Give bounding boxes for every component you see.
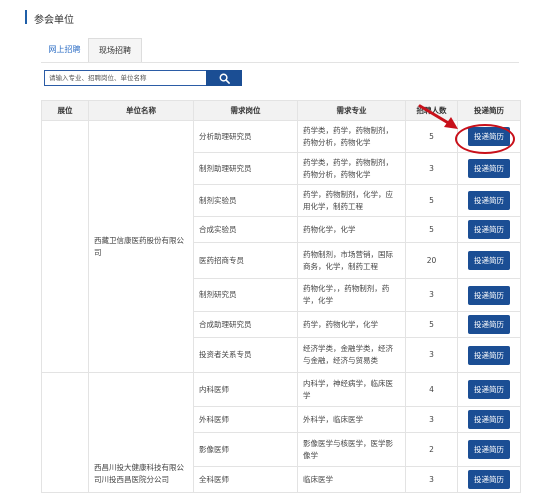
apply-cell: 投递简历 [457, 216, 521, 243]
position-cell: 影像医师 [193, 432, 298, 467]
apply-cell: 投递简历 [457, 311, 521, 338]
apply-button[interactable]: 投递简历 [468, 410, 510, 429]
major-cell: 影像医学与核医学，医学影像学 [297, 432, 406, 467]
count-cell: 5 [405, 120, 458, 153]
count-cell: 3 [405, 337, 458, 373]
position-cell: 内科医师 [193, 372, 298, 407]
major-cell: 药学类，药学，药物制剂，药物分析，药物化学 [297, 152, 406, 185]
count-cell: 3 [405, 406, 458, 433]
major-cell: 药学类，药学，药物制剂，药物分析，药物化学 [297, 120, 406, 153]
apply-button[interactable]: 投递简历 [468, 127, 510, 146]
apply-button[interactable]: 投递简历 [468, 345, 510, 365]
apply-cell: 投递简历 [457, 152, 521, 185]
table-row: 西藏卫信康医药股份有限公司 分析助理研究员 药学类，药学，药物制剂，药物分析，药… [41, 120, 521, 373]
count-cell: 5 [405, 311, 458, 338]
count-cell: 5 [405, 216, 458, 243]
position-cell: 全科医师 [193, 466, 298, 493]
major-cell: 经济学类，金融学类，经济与金融，经济与贸易类 [297, 337, 406, 373]
apply-cell: 投递简历 [457, 406, 521, 433]
header-major: 需求专业 [297, 100, 406, 121]
apply-button[interactable]: 投递简历 [468, 159, 510, 178]
header-company: 单位名称 [88, 100, 194, 121]
count-cell: 4 [405, 372, 458, 407]
apply-button[interactable]: 投递简历 [468, 315, 510, 334]
apply-cell: 投递简历 [457, 466, 521, 493]
position-cell: 制剂实验员 [193, 184, 298, 217]
apply-cell: 投递简历 [457, 432, 521, 467]
apply-button[interactable]: 投递简历 [468, 380, 510, 399]
table-row: 西昌川投大健康科技有限公司川投西昌医院分公司 内科医师 内科学，神经病学，临床医… [41, 372, 521, 493]
count-cell: 2 [405, 432, 458, 467]
position-cell: 投资者关系专员 [193, 337, 298, 373]
header-position: 需求岗位 [193, 100, 298, 121]
apply-button[interactable]: 投递简历 [468, 470, 510, 489]
apply-button[interactable]: 投递简历 [468, 440, 510, 459]
company-name: 西藏卫信康医药股份有限公司 [94, 235, 184, 257]
major-cell: 药物化学，，药物制剂，药学，化学 [297, 278, 406, 312]
tab-divider [41, 62, 519, 63]
apply-button[interactable]: 投递简历 [468, 220, 510, 239]
major-cell: 药物制剂，市场营销，国际商务，化学，制药工程 [297, 242, 406, 279]
position-cell: 制剂研究员 [193, 278, 298, 312]
apply-cell: 投递简历 [457, 242, 521, 279]
position-cell: 分析助理研究员 [193, 120, 298, 153]
search-icon [219, 73, 230, 84]
search-button[interactable] [206, 70, 242, 86]
apply-cell: 投递简历 [457, 278, 521, 312]
count-cell: 3 [405, 278, 458, 312]
apply-cell: 投递简历 [457, 372, 521, 407]
section-accent-bar [25, 10, 27, 24]
company-name: 西昌川投大健康科技有限公司川投西昌医院分公司 [94, 463, 184, 484]
apply-cell: 投递简历 [457, 120, 521, 153]
search-input[interactable] [44, 70, 206, 86]
apply-button[interactable]: 投递简历 [468, 191, 510, 210]
header-count: 招聘人数 [405, 100, 458, 121]
count-cell: 3 [405, 152, 458, 185]
position-cell: 合成实验员 [193, 216, 298, 243]
booth-cell [41, 372, 89, 493]
booth-cell [41, 120, 89, 373]
company-name-cell: 西藏卫信康医药股份有限公司 [88, 120, 194, 373]
position-cell: 外科医师 [193, 406, 298, 433]
job-table: 展位 单位名称 需求岗位 需求专业 招聘人数 投递简历 西藏卫信康医药股份有限公… [41, 100, 521, 493]
apply-button[interactable]: 投递简历 [468, 285, 510, 305]
position-cell: 医药招商专员 [193, 242, 298, 279]
header-apply: 投递简历 [457, 100, 521, 121]
company-name-cell: 西昌川投大健康科技有限公司川投西昌医院分公司 [88, 372, 194, 493]
apply-cell: 投递简历 [457, 184, 521, 217]
tab-onsite-recruitment[interactable]: 现场招聘 [88, 38, 142, 62]
apply-button[interactable]: 投递简历 [468, 251, 510, 270]
major-cell: 临床医学 [297, 466, 406, 493]
position-cell: 合成助理研究员 [193, 311, 298, 338]
major-cell: 外科学，临床医学 [297, 406, 406, 433]
major-cell: 内科学，神经病学，临床医学 [297, 372, 406, 407]
apply-cell: 投递简历 [457, 337, 521, 373]
header-booth: 展位 [41, 100, 89, 121]
major-cell: 药物化学，化学 [297, 216, 406, 243]
major-cell: 药学，药物制剂，化学，应用化学，制药工程 [297, 184, 406, 217]
count-cell: 3 [405, 466, 458, 493]
major-cell: 药学，药物化学，化学 [297, 311, 406, 338]
table-header-row: 展位 单位名称 需求岗位 需求专业 招聘人数 投递简历 [41, 100, 521, 121]
position-cell: 制剂助理研究员 [193, 152, 298, 185]
count-cell: 5 [405, 184, 458, 217]
section-title: 参会单位 [34, 15, 74, 26]
tab-online-recruitment[interactable]: 网上招聘 [41, 38, 88, 61]
count-cell: 20 [405, 242, 458, 279]
